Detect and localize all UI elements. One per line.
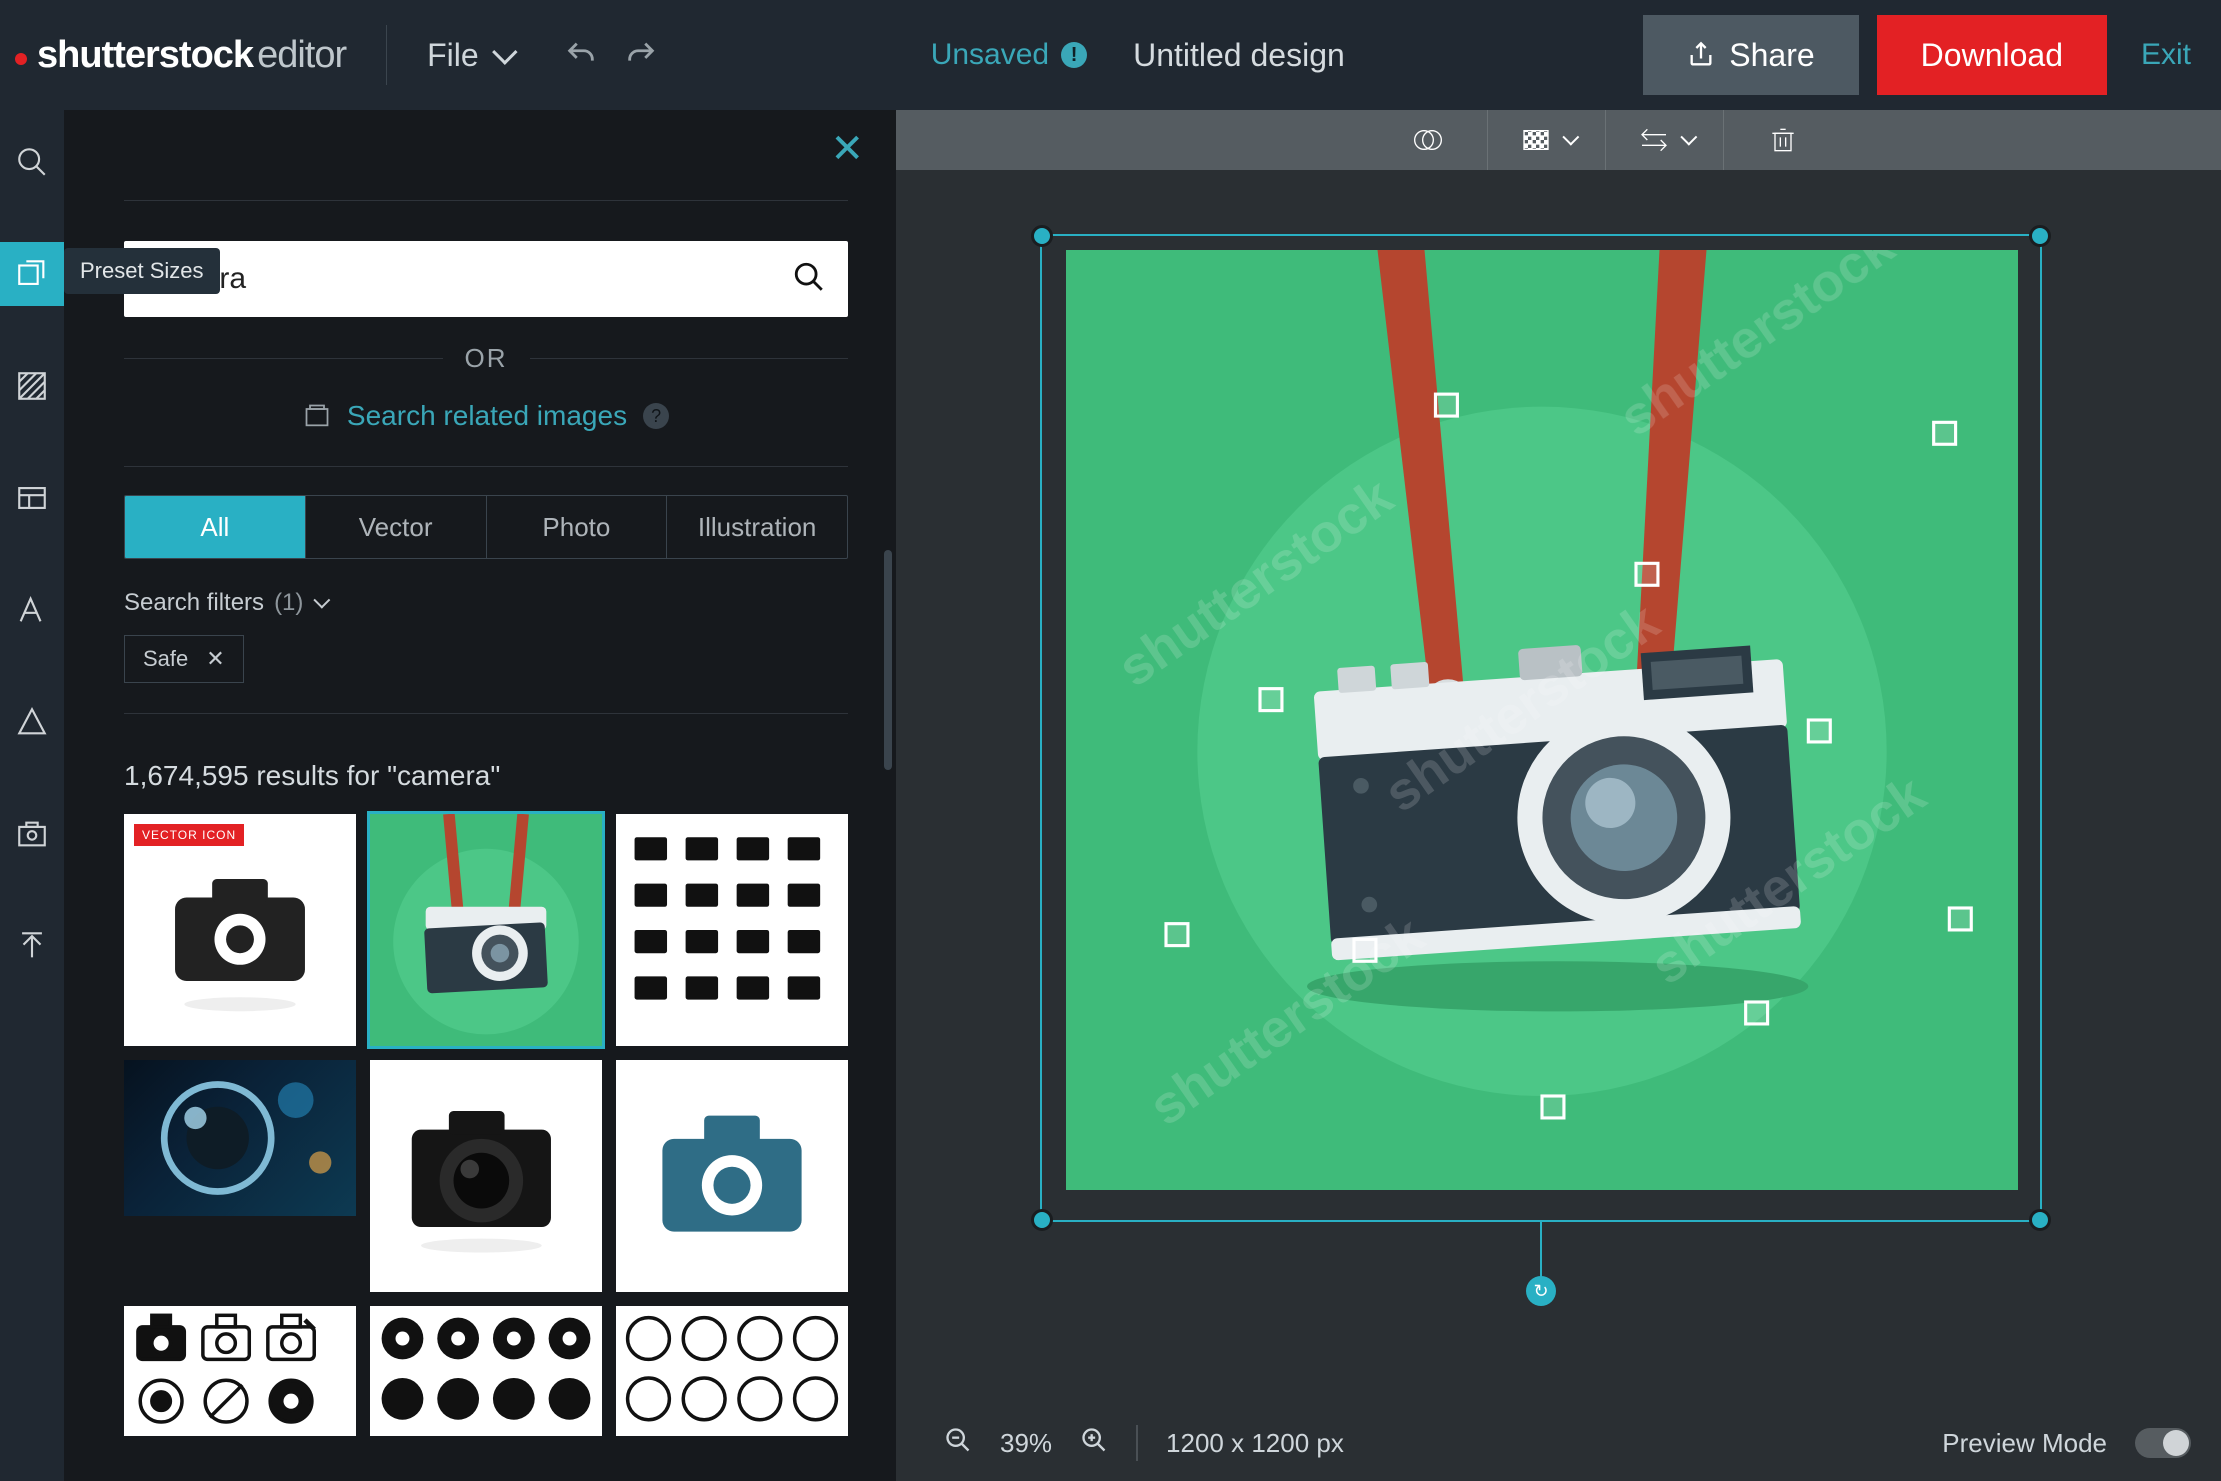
preview-mode-label: Preview Mode <box>1942 1428 2107 1459</box>
results-label-prefix: results for <box>256 760 379 791</box>
brand-dot-icon <box>15 53 27 65</box>
panel-close-button[interactable]: ✕ <box>830 126 864 172</box>
rail-my-images[interactable] <box>0 802 64 866</box>
result-thumb[interactable] <box>370 1060 602 1292</box>
alert-icon: ! <box>1061 42 1087 68</box>
rotate-handle[interactable]: ↻ <box>1526 1276 1556 1306</box>
panel-scrollbar[interactable] <box>884 550 892 770</box>
download-button[interactable]: Download <box>1877 15 2107 95</box>
resize-handle-tl[interactable] <box>1031 225 1053 247</box>
filter-chip-safe[interactable]: Safe ✕ <box>124 635 244 683</box>
filter-tabs: All Vector Photo Illustration <box>124 495 848 559</box>
resize-handle-bl[interactable] <box>1031 1209 1053 1231</box>
effects-button[interactable] <box>1487 110 1605 170</box>
share-button[interactable]: Share <box>1643 15 1858 95</box>
top-bar: shutterstock editor File Unsaved ! Untit… <box>0 0 2221 110</box>
filter-chip-label: Safe <box>143 646 188 672</box>
file-menu-label: File <box>427 37 479 74</box>
rail-upload[interactable] <box>0 914 64 978</box>
result-thumb[interactable] <box>616 814 848 1046</box>
preview-mode-toggle[interactable] <box>2135 1428 2191 1458</box>
canvas-dimensions: 1200 x 1200 px <box>1166 1428 1344 1459</box>
canvas-area: shutterstock shutterstock shutterstock s… <box>896 110 2221 1481</box>
results-term: "camera" <box>387 760 500 791</box>
tab-illustration[interactable]: Illustration <box>667 496 847 558</box>
flip-button[interactable] <box>1605 110 1723 170</box>
divider <box>124 713 848 714</box>
result-thumb[interactable]: VECTOR ICON <box>124 814 356 1046</box>
resize-handle-tr[interactable] <box>2029 225 2051 247</box>
brand-logo: shutterstock editor <box>15 34 346 77</box>
results-count: 1,674,595 <box>124 760 249 791</box>
tab-photo[interactable]: Photo <box>487 496 668 558</box>
result-thumb[interactable] <box>616 1060 848 1292</box>
rail-search[interactable] <box>0 130 64 194</box>
rail-shapes[interactable] <box>0 690 64 754</box>
search-panel: ✕ OR Search related images ? All Vector … <box>64 110 896 1481</box>
search-filters-label: Search filters <box>124 589 264 617</box>
tab-all[interactable]: All <box>125 496 306 558</box>
context-toolbar <box>896 110 2221 170</box>
vector-badge: VECTOR ICON <box>134 824 244 846</box>
result-thumb[interactable] <box>124 1306 356 1436</box>
undo-button[interactable] <box>551 25 611 85</box>
results-grid: VECTOR ICON <box>124 814 848 1436</box>
search-filters-toggle[interactable]: Search filters (1) <box>124 589 848 617</box>
result-thumb[interactable] <box>124 1060 356 1216</box>
unsaved-indicator[interactable]: Unsaved ! <box>931 38 1087 72</box>
search-box[interactable] <box>124 241 848 317</box>
download-label: Download <box>1921 37 2063 74</box>
redo-button[interactable] <box>611 25 671 85</box>
chevron-down-icon <box>492 39 517 64</box>
or-label: OR <box>465 343 508 374</box>
resize-handle-br[interactable] <box>2029 1209 2051 1231</box>
exit-link[interactable]: Exit <box>2141 38 2191 72</box>
divider <box>1136 1425 1138 1461</box>
zoom-out-button[interactable] <box>944 1426 972 1461</box>
opacity-button[interactable] <box>1369 110 1487 170</box>
rail-background[interactable] <box>0 354 64 418</box>
selection-outline[interactable]: ↻ <box>1040 234 2042 1222</box>
results-summary: 1,674,595 results for "camera" <box>124 760 848 792</box>
search-icon[interactable] <box>792 260 826 299</box>
unsaved-label: Unsaved <box>931 38 1049 72</box>
divider <box>386 25 387 85</box>
left-rail <box>0 110 64 1481</box>
help-icon[interactable]: ? <box>643 403 669 429</box>
brand-name-2: editor <box>257 34 346 77</box>
or-divider: OR <box>124 343 848 374</box>
search-filters-count: (1) <box>274 589 303 617</box>
rail-layouts[interactable] <box>0 466 64 530</box>
result-thumb[interactable] <box>370 1306 602 1436</box>
chevron-down-icon <box>314 592 331 609</box>
divider <box>124 200 848 201</box>
tab-vector[interactable]: Vector <box>306 496 487 558</box>
rail-preset-sizes[interactable] <box>0 242 64 306</box>
status-bar: 39% 1200 x 1200 px Preview Mode <box>944 1425 2191 1461</box>
rail-tooltip: Preset Sizes <box>64 248 220 294</box>
share-label: Share <box>1729 37 1814 74</box>
chevron-down-icon <box>1562 129 1579 146</box>
delete-button[interactable] <box>1723 110 1841 170</box>
close-icon[interactable]: ✕ <box>206 646 224 672</box>
result-thumb[interactable] <box>616 1306 848 1436</box>
file-menu[interactable]: File <box>427 37 511 74</box>
document-title[interactable]: Untitled design <box>1133 37 1345 74</box>
search-input[interactable] <box>146 262 792 296</box>
rail-text[interactable] <box>0 578 64 642</box>
brand-name-1: shutterstock <box>37 34 253 77</box>
result-thumb-selected[interactable] <box>370 814 602 1046</box>
search-related-link[interactable]: Search related images ? <box>124 400 848 432</box>
search-related-label: Search related images <box>347 400 627 432</box>
rotate-stem <box>1540 1220 1542 1282</box>
zoom-value[interactable]: 39% <box>1000 1428 1052 1459</box>
chevron-down-icon <box>1680 129 1697 146</box>
zoom-in-button[interactable] <box>1080 1426 1108 1461</box>
